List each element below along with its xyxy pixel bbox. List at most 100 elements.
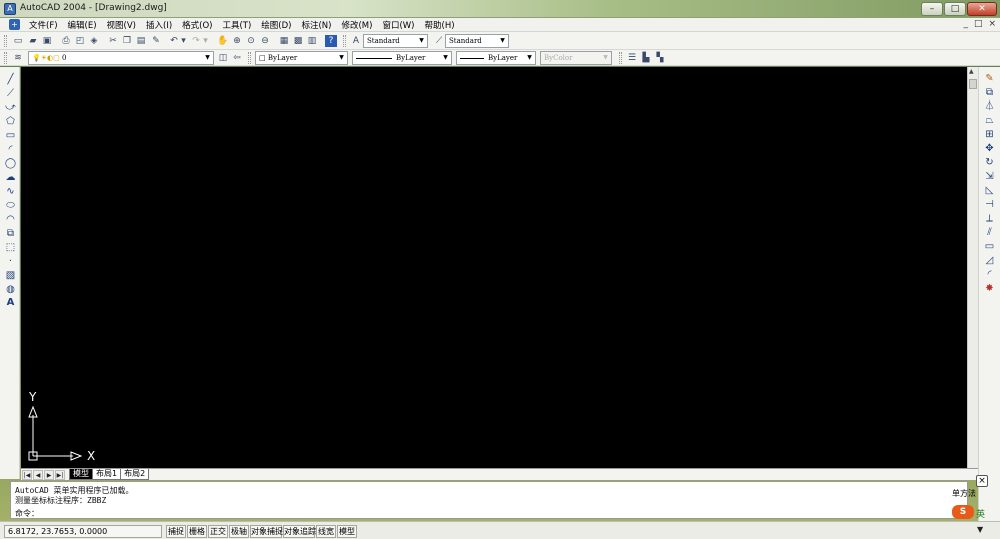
undo-dropdown-icon[interactable]: ▾: [180, 35, 187, 47]
text-style-icon[interactable]: A: [350, 35, 362, 47]
menu-view[interactable]: 视图(V): [102, 19, 141, 31]
explode-icon[interactable]: ✸: [983, 282, 996, 295]
extend-icon[interactable]: ⟂: [983, 212, 996, 225]
offset-icon[interactable]: ⏢: [983, 114, 996, 127]
vertical-scrollbar[interactable]: ▲: [967, 67, 978, 468]
rectangle-icon[interactable]: ▭: [4, 129, 17, 142]
minimize-button[interactable]: –: [921, 2, 943, 16]
last-tab-button[interactable]: ▶|: [55, 469, 65, 480]
layer-select[interactable]: 💡☀◐▢ 0 ▼: [28, 51, 214, 65]
properties-icon[interactable]: ▦: [278, 35, 290, 47]
toolbar-grip[interactable]: [4, 52, 7, 64]
object-snap-toggle[interactable]: 对象捕捉: [250, 525, 283, 538]
dim-style-select[interactable]: Standard ▼: [445, 34, 509, 48]
paste-icon[interactable]: ▤: [135, 35, 147, 47]
menu-format[interactable]: 格式(O): [177, 19, 217, 31]
model-toggle[interactable]: 模型: [337, 525, 357, 538]
polar-toggle[interactable]: 极轴: [229, 525, 249, 538]
maximize-button[interactable]: □: [944, 2, 966, 16]
erase-icon[interactable]: ✎: [983, 72, 996, 85]
text-style-select[interactable]: Standard ▼: [363, 34, 428, 48]
scale-icon[interactable]: ⇲: [983, 170, 996, 183]
menu-tools[interactable]: 工具(T): [217, 19, 256, 31]
dim-style-icon[interactable]: ⟋: [433, 35, 445, 47]
layer-states-icon[interactable]: ☰: [626, 52, 638, 64]
arc-icon[interactable]: ◜: [4, 143, 17, 156]
ortho-toggle[interactable]: 正交: [208, 525, 228, 538]
ellipse-arc-icon[interactable]: ◠: [4, 213, 17, 226]
first-tab-button[interactable]: |◀: [22, 469, 32, 480]
spline-icon[interactable]: ∿: [4, 185, 17, 198]
revision-cloud-icon[interactable]: ☁: [4, 171, 17, 184]
multiline-text-icon[interactable]: A: [4, 296, 17, 309]
make-object-layer-current-icon[interactable]: ◫: [217, 52, 229, 64]
tab-model[interactable]: 模型: [69, 469, 93, 480]
mirror-icon[interactable]: ⏃: [983, 100, 996, 113]
tray-chevron-down-icon[interactable]: ▼: [977, 525, 983, 534]
scrollbar-thumb[interactable]: [969, 79, 977, 89]
toolbar-grip[interactable]: [343, 35, 346, 47]
close-button[interactable]: ✕: [967, 2, 997, 16]
close-icon[interactable]: ×: [976, 475, 988, 487]
array-icon[interactable]: ⊞: [983, 128, 996, 141]
layer-tools-icon[interactable]: ▚: [654, 52, 666, 64]
scroll-up-icon[interactable]: ▲: [969, 68, 974, 75]
design-center-icon[interactable]: ▩: [292, 35, 304, 47]
trim-icon[interactable]: ⊣: [983, 198, 996, 211]
cut-icon[interactable]: ✂: [107, 35, 119, 47]
region-icon[interactable]: ◍: [4, 283, 17, 296]
linetype-select[interactable]: ByLayer ▼: [352, 51, 452, 65]
polyline-icon[interactable]: ⤻: [4, 101, 17, 114]
redo-icon[interactable]: ↷: [190, 35, 202, 47]
copy-icon[interactable]: ❐: [121, 35, 133, 47]
hatch-icon[interactable]: ▧: [4, 269, 17, 282]
tab-layout2[interactable]: 布局2: [120, 469, 150, 480]
layer-walk-icon[interactable]: ▙: [640, 52, 652, 64]
stretch-icon[interactable]: ◺: [983, 184, 996, 197]
new-file-icon[interactable]: ▭: [12, 35, 24, 47]
grid-toggle[interactable]: 栅格: [187, 525, 207, 538]
plot-style-select[interactable]: ByColor ▼: [540, 51, 612, 65]
toolbar-grip[interactable]: [4, 35, 7, 47]
menu-insert[interactable]: 插入(I): [141, 19, 177, 31]
command-window[interactable]: AutoCAD 菜单实用程序已加载。 测量坐标标注程序：ZBBZ 命令：: [10, 481, 968, 519]
command-prompt[interactable]: 命令：: [15, 508, 39, 519]
move-icon[interactable]: ✥: [983, 142, 996, 155]
undo-icon[interactable]: ↶: [168, 35, 180, 47]
plot-preview-icon[interactable]: ◰: [74, 35, 86, 47]
lineweight-toggle[interactable]: 线宽: [316, 525, 336, 538]
toolbar-grip[interactable]: [248, 52, 251, 64]
redo-dropdown-icon[interactable]: ▾: [202, 35, 209, 47]
zoom-realtime-icon[interactable]: ⊕: [231, 35, 243, 47]
save-icon[interactable]: ▣: [41, 35, 53, 47]
next-tab-button[interactable]: ▶: [44, 469, 54, 480]
menu-window[interactable]: 窗口(W): [377, 19, 419, 31]
previous-tab-button[interactable]: ◀: [33, 469, 43, 480]
toolbar-grip[interactable]: [619, 52, 622, 64]
rotate-icon[interactable]: ↻: [983, 156, 996, 169]
zoom-window-icon[interactable]: ⊙: [245, 35, 257, 47]
help-icon[interactable]: ?: [325, 35, 337, 47]
layer-previous-icon[interactable]: ⇦: [231, 52, 243, 64]
menu-draw[interactable]: 绘图(D): [256, 19, 296, 31]
ellipse-icon[interactable]: ⬭: [4, 199, 17, 212]
autocad-app-icon[interactable]: A: [4, 3, 16, 15]
publish-icon[interactable]: ◈: [88, 35, 100, 47]
fillet-icon[interactable]: ◜: [983, 268, 996, 281]
coordinate-readout[interactable]: 6.8172, 23.7653, 0.0000: [4, 525, 162, 538]
ime-logo-icon[interactable]: S: [952, 505, 974, 519]
line-icon[interactable]: ╱: [4, 73, 17, 86]
doc-restore-button[interactable]: □: [974, 19, 983, 29]
drawing-canvas[interactable]: Y X: [21, 67, 967, 468]
polygon-icon[interactable]: ⬠: [4, 115, 17, 128]
tab-layout1[interactable]: 布局1: [92, 469, 122, 480]
insert-block-icon[interactable]: ⧉: [4, 227, 17, 240]
document-icon[interactable]: +: [9, 19, 20, 30]
color-select[interactable]: □ ByLayer ▼: [255, 51, 348, 65]
ime-language-indicator[interactable]: 英: [976, 507, 985, 520]
menu-edit[interactable]: 编辑(E): [63, 19, 102, 31]
match-properties-icon[interactable]: ✎: [150, 35, 162, 47]
menu-file[interactable]: 文件(F): [24, 19, 63, 31]
make-block-icon[interactable]: ⬚: [4, 241, 17, 254]
print-icon[interactable]: ⎙: [60, 35, 72, 47]
